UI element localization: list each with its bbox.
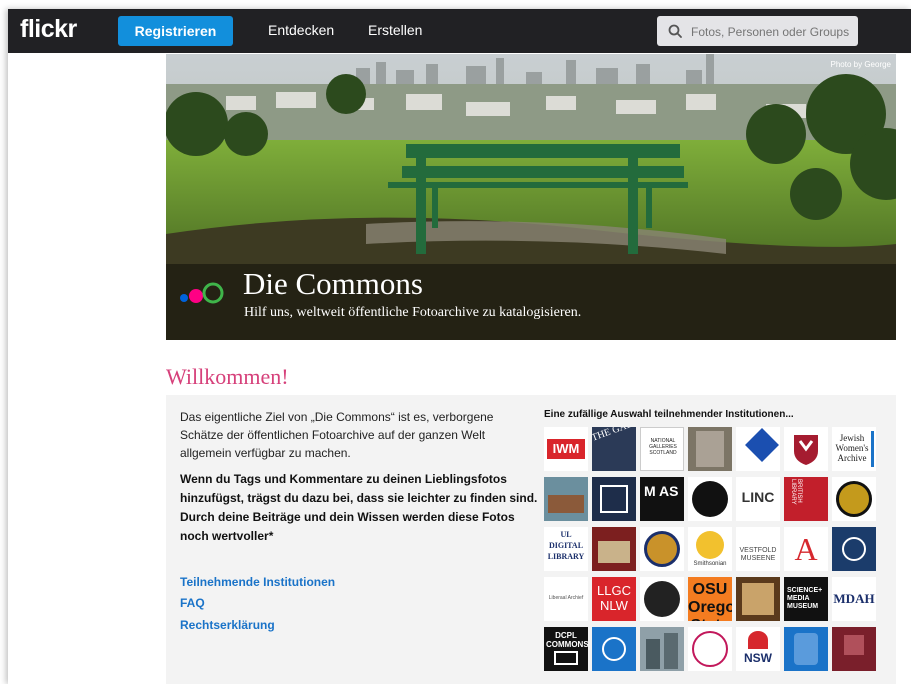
institution-logo[interactable]: IWM: [544, 427, 588, 471]
hero-banner: Photo by George Die Commons Hilf uns, we…: [166, 54, 896, 340]
top-navigation-bar: flickr Registrieren Entdecken Erstellen: [8, 9, 911, 53]
legal-link[interactable]: Rechtserklärung: [180, 618, 275, 632]
institution-logo[interactable]: [640, 577, 684, 621]
institution-logo[interactable]: UL DIGITAL LIBRARY: [544, 527, 588, 571]
photo-credit[interactable]: Photo by George: [831, 60, 891, 69]
browser-viewport: flickr Registrieren Entdecken Erstellen: [8, 9, 911, 684]
institution-logo[interactable]: [592, 527, 636, 571]
hero-subtitle: Hilf uns, weltweit öffentliche Fotoarchi…: [244, 305, 582, 320]
nav-create-link[interactable]: Erstellen: [368, 22, 422, 38]
welcome-heading: Willkommen!: [166, 364, 289, 389]
institution-logo[interactable]: Liberaal Archief: [544, 577, 588, 621]
institution-logo[interactable]: [544, 477, 588, 521]
search-input[interactable]: [689, 22, 858, 42]
participating-institutions-link[interactable]: Teilnehmende Institutionen: [180, 575, 335, 589]
institution-logo[interactable]: [688, 477, 732, 521]
institution-logo[interactable]: LLGC NLW: [592, 577, 636, 621]
search-icon: [668, 24, 682, 38]
institution-logo[interactable]: [832, 627, 876, 671]
institution-logo[interactable]: NSW: [736, 627, 780, 671]
flickr-logo[interactable]: flickr: [20, 15, 77, 44]
institution-logo[interactable]: [640, 527, 684, 571]
institution-logo[interactable]: A: [784, 527, 828, 571]
register-button[interactable]: Registrieren: [118, 16, 233, 46]
institution-logo[interactable]: NATIONAL GALLERIES SCOTLAND: [640, 427, 684, 471]
institution-logo[interactable]: [832, 477, 876, 521]
institution-logo[interactable]: MDAH: [832, 577, 876, 621]
institution-logo[interactable]: [592, 627, 636, 671]
institution-logo[interactable]: Jewish Women's Archive: [832, 427, 876, 471]
commons-logo-icon: [180, 282, 224, 304]
institution-logo[interactable]: OSU Oregon State: [688, 577, 732, 621]
institution-logo[interactable]: [736, 577, 780, 621]
institution-logo[interactable]: [688, 427, 732, 471]
institution-logo[interactable]: SCIENCE+ MEDIA MUSEUM: [784, 577, 828, 621]
search-box[interactable]: [657, 16, 858, 46]
institution-logo[interactable]: VESTFOLD MUSEENE: [736, 527, 780, 571]
institution-logo[interactable]: [592, 477, 636, 521]
institution-logo[interactable]: [736, 427, 780, 471]
institutions-heading: Eine zufällige Auswahl teilnehmender Ins…: [544, 409, 794, 420]
institution-logo[interactable]: [832, 527, 876, 571]
institution-logo[interactable]: LINC: [736, 477, 780, 521]
hero-title: Die Commons: [243, 266, 423, 301]
institution-logo[interactable]: Smithsonian: [688, 527, 732, 571]
institution-logo[interactable]: M AS: [640, 477, 684, 521]
faq-link[interactable]: FAQ: [180, 596, 205, 610]
institution-logo[interactable]: BRITISH LIBRARY: [784, 477, 828, 521]
institutions-grid: IWM THE GAL NATIONAL GALLERIES SCOTLAND …: [544, 427, 880, 675]
institution-logo[interactable]: [784, 427, 828, 471]
institution-logo[interactable]: [784, 627, 828, 671]
welcome-panel: Das eigentliche Ziel von „Die Commons“ i…: [166, 395, 896, 684]
contribute-paragraph: Wenn du Tags und Kommentare zu deinen Li…: [180, 472, 538, 543]
intro-paragraph: Das eigentliche Ziel von „Die Commons“ i…: [180, 410, 494, 460]
institution-logo[interactable]: DCPL COMMONS: [544, 627, 588, 671]
nav-explore-link[interactable]: Entdecken: [268, 22, 334, 38]
institution-logo[interactable]: THE GAL: [592, 427, 636, 471]
institution-logo[interactable]: [640, 627, 684, 671]
institution-logo[interactable]: [688, 627, 732, 671]
